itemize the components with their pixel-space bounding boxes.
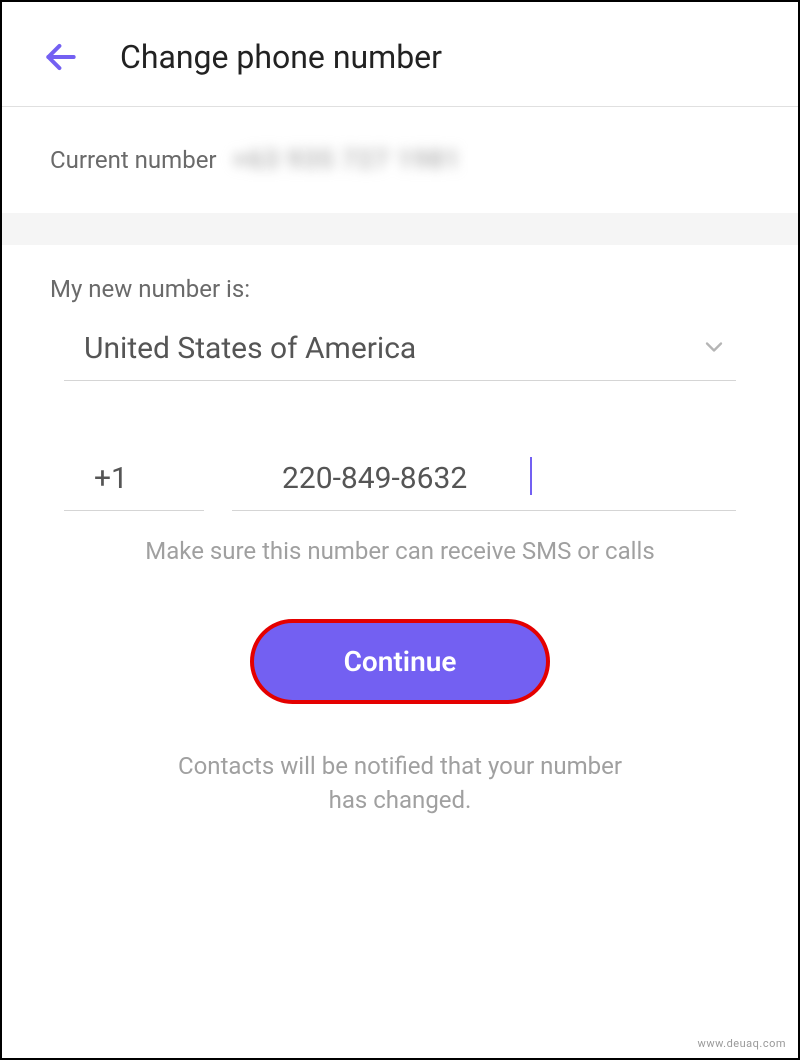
phone-number-input[interactable] bbox=[232, 461, 736, 510]
dial-code-input[interactable] bbox=[64, 461, 204, 511]
header-bar: Change phone number bbox=[2, 2, 798, 107]
current-number-value: +63 935 727 1981 bbox=[233, 145, 461, 175]
country-selector[interactable]: United States of America bbox=[64, 331, 736, 381]
new-number-label: My new number is: bbox=[50, 275, 750, 303]
notify-contacts-text: Contacts will be notified that your numb… bbox=[50, 750, 750, 817]
phone-number-field-wrap bbox=[232, 461, 736, 511]
country-name: United States of America bbox=[84, 331, 416, 366]
text-cursor bbox=[530, 457, 532, 495]
page-title: Change phone number bbox=[120, 38, 442, 76]
section-divider bbox=[2, 213, 798, 245]
continue-button[interactable]: Continue bbox=[250, 619, 551, 704]
new-number-section: My new number is: United States of Ameri… bbox=[2, 245, 798, 817]
back-arrow-icon[interactable] bbox=[42, 38, 80, 76]
chevron-down-icon bbox=[700, 333, 728, 365]
sms-hint-text: Make sure this number can receive SMS or… bbox=[50, 537, 750, 565]
current-number-label: Current number bbox=[50, 146, 217, 174]
watermark-text: www.deuaq.com bbox=[698, 1037, 786, 1050]
current-number-section: Current number +63 935 727 1981 bbox=[2, 107, 798, 213]
phone-input-row bbox=[50, 461, 750, 511]
